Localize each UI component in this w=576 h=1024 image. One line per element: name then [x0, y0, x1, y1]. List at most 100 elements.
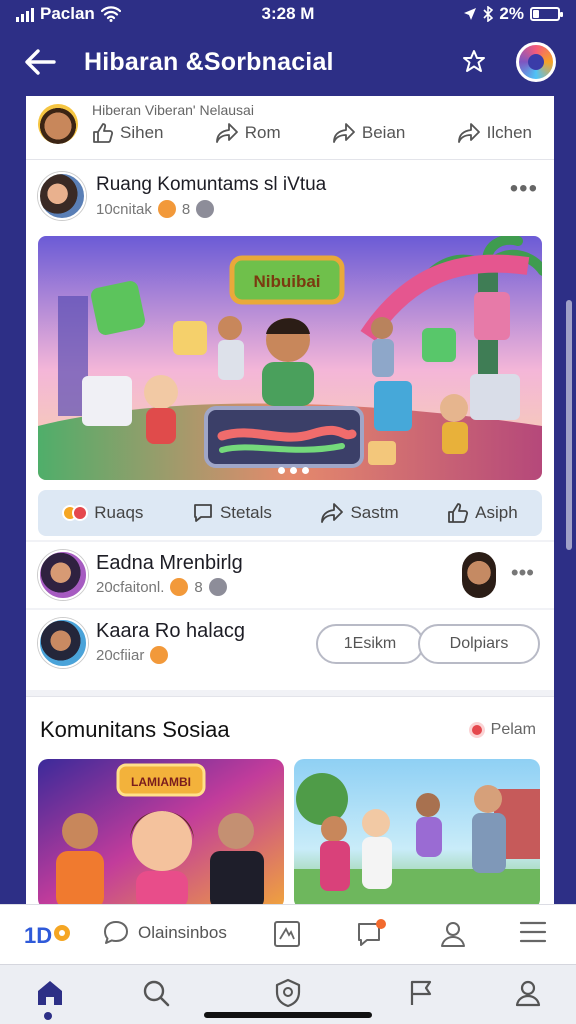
back-button[interactable] [20, 44, 60, 80]
thumbs-up-icon [93, 123, 114, 143]
share-label: Rom [244, 123, 281, 142]
post-share-label: Sastm [350, 503, 399, 522]
image-frame-icon [274, 921, 300, 947]
page-title: Hibaran &Sorbnacial [84, 48, 334, 76]
coin-icon [150, 646, 169, 664]
user-icon [441, 922, 465, 947]
search-icon [143, 980, 170, 1007]
post-meta: 10cnitak 8 [96, 200, 215, 218]
comment-button[interactable]: Stetals [192, 502, 272, 524]
tab-menu[interactable] [518, 919, 548, 945]
snippet-card: Hiberan Viberan' Nelausai Sihen Rom Beia… [26, 96, 554, 160]
reaction-emoji-icon [62, 505, 89, 521]
tab-search[interactable] [136, 975, 176, 1011]
scrollbar[interactable] [566, 300, 572, 550]
tab-shield[interactable] [268, 975, 308, 1011]
bookmark-button[interactable] [456, 44, 492, 80]
list-item[interactable]: Kaara Ro halacg 20cfiiar 1Esikm Dolpiars [26, 610, 554, 690]
battery-icon [530, 7, 563, 21]
shield-icon [275, 978, 301, 1008]
brand-logo-icon: 1D [24, 923, 70, 948]
secondary-tab-bar: 1D Olainsinbos [0, 904, 576, 964]
row-meta: 20cfaitonl. 8 [96, 578, 227, 596]
row-meta: 20cfiiar [96, 646, 169, 664]
share-arrow-icon [321, 503, 344, 523]
post-meta-text: 10cnitak [96, 200, 152, 218]
post-card: Ruang Komuntams sl iVtua 10cnitak 8 ••• [26, 160, 554, 540]
post-share-button[interactable]: Sastm [320, 502, 399, 524]
menu-icon [519, 921, 547, 943]
status-bar: Paclan 3:28 M 2% [0, 0, 576, 30]
send-label: Ilchen [486, 123, 532, 142]
svg-text:1D: 1D [24, 923, 52, 948]
like-label: Sihen [120, 123, 164, 142]
tab-profile[interactable] [438, 919, 468, 949]
community-card-image: LAMIAMBI [38, 759, 284, 904]
battery-percent: 2% [499, 4, 524, 23]
coin-icon [170, 578, 189, 596]
home-icon [38, 981, 62, 1005]
community-card-1[interactable]: LAMIAMBI [38, 759, 284, 904]
comment-label: Stetals [219, 503, 272, 522]
tab-home[interactable] [30, 975, 70, 1011]
forward-label: Beian [361, 123, 406, 142]
like-button[interactable]: Sihen [92, 122, 163, 144]
active-tab-indicator [44, 1012, 52, 1020]
post-like-label: Asiph [475, 503, 518, 522]
reactions-button[interactable]: Ruaqs [62, 503, 143, 523]
flag-icon [410, 980, 432, 1005]
community-card-2[interactable] [294, 759, 540, 904]
tab-media[interactable] [272, 919, 302, 949]
coin-icon [157, 200, 176, 218]
message-notification-icon [358, 919, 386, 946]
card-banner-text: LAMIAMBI [131, 775, 191, 789]
row-name: Eadna Mrenbirlg [96, 552, 243, 574]
row-thumbnail[interactable] [462, 552, 496, 598]
tab-notifications[interactable] [356, 919, 388, 949]
row-name: Kaara Ro halacg [96, 620, 245, 642]
tab-chat[interactable]: Olainsinbos [102, 919, 227, 947]
share-button[interactable]: Rom [215, 122, 281, 144]
avatar[interactable] [38, 172, 86, 220]
send-button[interactable]: Ilchen [457, 122, 532, 144]
app-logo[interactable] [516, 42, 556, 82]
comment-icon [194, 504, 212, 522]
location-arrow-icon [464, 8, 477, 20]
bluetooth-icon [483, 6, 494, 22]
settings-badge-icon [196, 200, 215, 218]
arrow-left-icon [25, 49, 56, 75]
share-arrow-icon [457, 123, 480, 143]
tab-brand[interactable]: 1D [24, 919, 72, 949]
post-image[interactable]: Nibuibai [38, 236, 542, 480]
carousel-dots[interactable] [278, 467, 309, 474]
snippet-text: Hiberan Viberan' Nelausai [92, 102, 254, 118]
post-like-button[interactable]: Asiph [447, 502, 518, 524]
home-indicator [204, 1012, 372, 1018]
post-author-name[interactable]: Ruang Komuntams sl iVtua [96, 174, 326, 196]
app-header: Hibaran &Sorbnacial [0, 30, 576, 96]
row-action-button-1[interactable]: 1Esikm [316, 624, 424, 664]
avatar[interactable] [38, 104, 78, 144]
avatar[interactable] [38, 550, 88, 600]
tab-chat-label: Olainsinbos [138, 923, 227, 942]
tab-flag[interactable] [402, 975, 442, 1011]
section-link[interactable]: Pelam [468, 721, 536, 739]
feed[interactable]: Hiberan Viberan' Nelausai Sihen Rom Beia… [26, 96, 554, 904]
more-options-icon[interactable]: ••• [511, 562, 534, 584]
forward-button[interactable]: Beian [332, 122, 405, 144]
row-action-button-2[interactable]: Dolpiars [418, 624, 540, 664]
share-arrow-icon [215, 123, 238, 143]
list-item[interactable]: Eadna Mrenbirlg 20cfaitonl. 8 ••• [26, 542, 554, 608]
post-count: 8 [181, 200, 191, 218]
user-icon [515, 980, 541, 1007]
chat-bubble-icon [104, 921, 128, 944]
live-dot-icon [468, 722, 485, 738]
row-meta-text: 20cfiiar [96, 646, 145, 664]
more-options-icon[interactable]: ••• [510, 177, 538, 201]
avatar[interactable] [38, 618, 88, 668]
thumbs-up-icon [448, 503, 469, 523]
tab-account[interactable] [508, 975, 548, 1011]
section-title: Komunitans Sosiaa [40, 717, 230, 742]
status-right: 2% [463, 4, 563, 24]
post-illustration: Nibuibai [38, 236, 542, 480]
